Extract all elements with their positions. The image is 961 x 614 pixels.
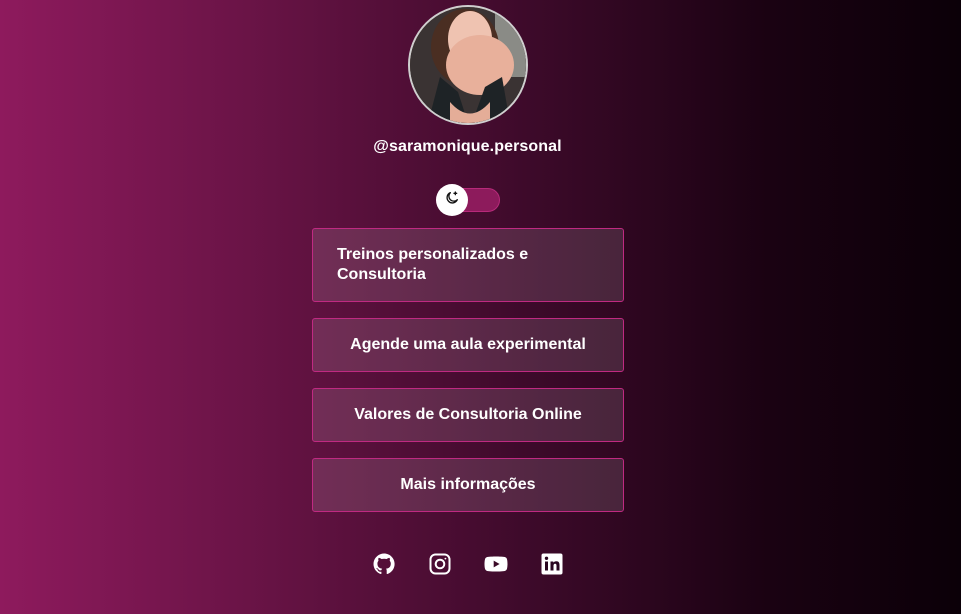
linkedin-icon[interactable]: [540, 552, 564, 576]
profile-username: @saramonique.personal: [373, 138, 562, 155]
link-button-treinos[interactable]: Treinos personalizados e Consultoria: [312, 228, 624, 302]
link-button-label: Valores de Consultoria Online: [354, 406, 582, 423]
github-icon[interactable]: [372, 552, 396, 576]
theme-toggle-knob[interactable]: [436, 184, 468, 216]
link-button-label: Treinos personalizados e Consultoria: [337, 246, 529, 283]
instagram-icon[interactable]: [428, 552, 452, 576]
link-button-aula-experimental[interactable]: Agende uma aula experimental: [312, 318, 624, 372]
page-container: @saramonique.personal Treinos personaliz…: [0, 0, 961, 614]
link-button-label: Mais informações: [400, 476, 536, 493]
link-button-valores[interactable]: Valores de Consultoria Online: [312, 388, 624, 442]
youtube-icon[interactable]: [484, 552, 508, 576]
link-button-label: Agende uma aula experimental: [350, 336, 586, 353]
moon-icon: [444, 190, 460, 211]
avatar: [408, 5, 528, 125]
link-button-mais-informacoes[interactable]: Mais informações: [312, 458, 624, 512]
